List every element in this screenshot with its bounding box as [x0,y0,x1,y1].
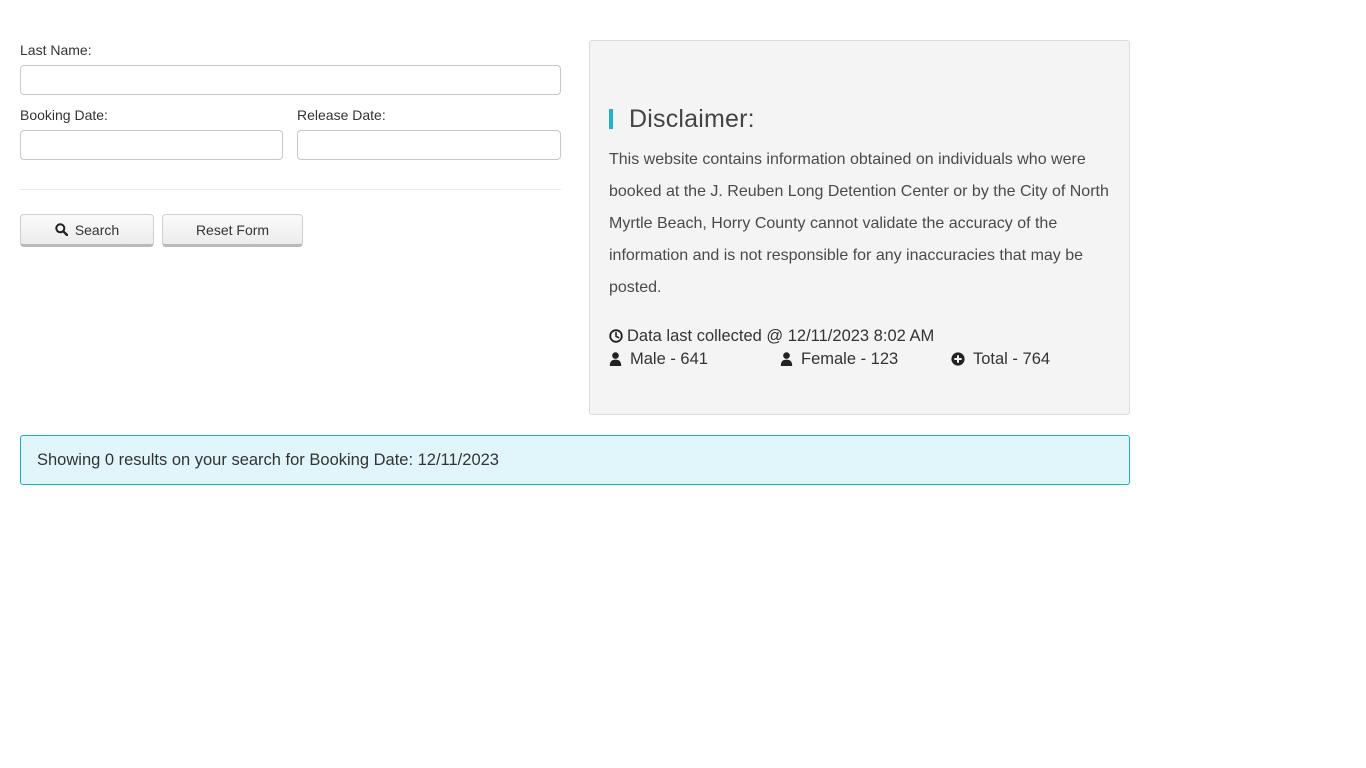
release-date-input[interactable] [297,130,561,160]
female-count: Female - 123 [780,348,898,370]
male-count: Male - 641 [609,348,708,370]
plus-circle-icon [951,352,965,366]
results-message: Showing 0 results on your search for Boo… [37,450,499,469]
last-collected-line: Data last collected @ 12/11/2023 8:02 AM [609,325,934,347]
disclaimer-title: Disclaimer: [629,104,755,133]
search-button[interactable]: Search [20,214,154,247]
user-icon [780,352,793,366]
reset-form-button-label: Reset Form [195,221,270,238]
female-count-text: Female - 123 [801,349,899,368]
disclaimer-text: This website contains information obtain… [609,151,1109,296]
last-name-label: Last Name: [20,42,92,58]
release-date-label: Release Date: [297,107,386,123]
clock-icon [609,329,623,343]
disclaimer-heading: Disclaimer: [609,104,755,134]
search-icon [55,223,68,236]
male-count-text: Male - 641 [630,349,708,368]
reset-form-button[interactable]: Reset Form [162,214,303,247]
search-button-label: Search [74,221,120,238]
heading-accent-bar [609,109,613,129]
last-name-input[interactable] [20,65,561,95]
booking-date-label: Booking Date: [20,107,108,123]
total-count: Total - 764 [951,348,1050,370]
disclaimer-panel: Disclaimer: This website contains inform… [589,40,1130,415]
page: Last Name: Booking Date: Release Date: S… [0,0,1366,768]
total-count-text: Total - 764 [973,349,1051,368]
results-alert: Showing 0 results on your search for Boo… [20,435,1130,485]
form-divider [20,189,561,190]
booking-date-input[interactable] [20,130,283,160]
last-collected-text: Data last collected @ 12/11/2023 8:02 AM [627,326,935,345]
user-icon [609,352,622,366]
